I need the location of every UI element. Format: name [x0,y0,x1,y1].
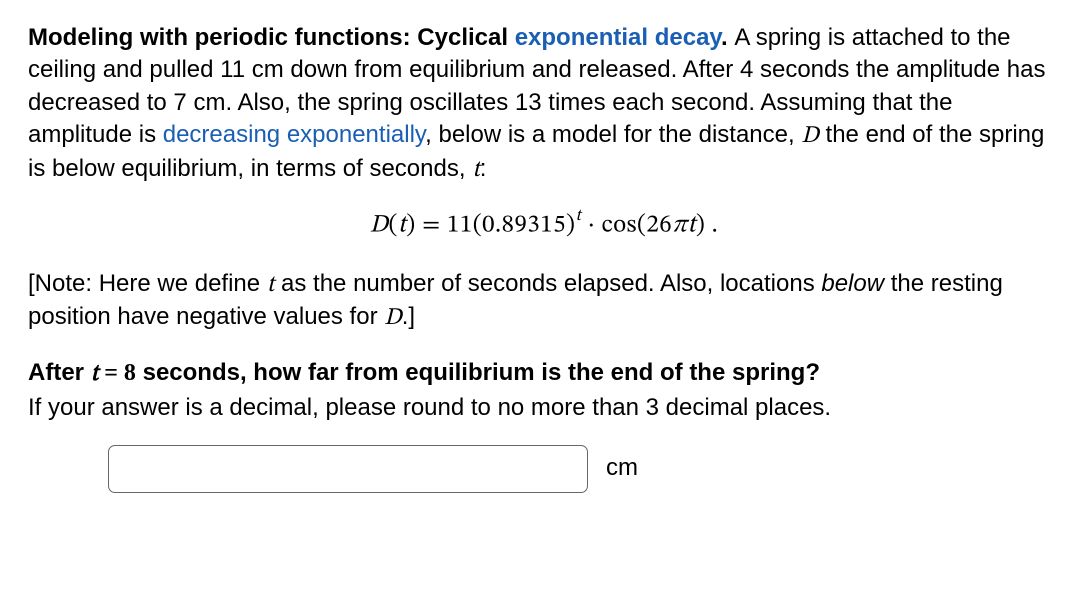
formula-close-eq: ) = 11(0.89315) [406,212,575,237]
intro-title-period: . [721,24,734,51]
intro-var-t: t [472,158,480,182]
q1-pre: After [28,359,91,386]
unit-label: cm [606,452,638,484]
formula-dot-cos: · cos(26 [581,212,672,237]
note-open: [Note: Here we define [28,270,267,297]
answer-row: cm [28,445,1060,493]
note-block: [Note: Here we define t as the number of… [28,268,1060,335]
formula-display: D(t) = 11(0.89315)t · cos(26πt) . [28,208,1060,242]
answer-input[interactable] [108,445,588,493]
formula-D: D [370,212,389,237]
formula-end: ) . [696,212,718,237]
formula-open: ( [388,212,397,237]
intro-title-bold: Modeling with periodic functions: Cyclic… [28,24,515,51]
intro-var-D: D [801,124,819,148]
link-exponential-decay[interactable]: exponential decay [515,24,721,51]
question-line-1: After t = 8 seconds, how far from equili… [28,357,1060,390]
q1-post: seconds, how far from equilibrium is the… [136,359,820,386]
note-below-word: below [821,270,884,297]
problem-intro: Modeling with periodic functions: Cyclic… [28,22,1060,186]
link-decreasing-exponentially[interactable]: decreasing exponentially [163,121,425,148]
formula-sup-t: t [575,208,581,225]
formula-pi: π [672,212,687,237]
note-var-D: D [384,306,402,330]
intro-body-2: , below is a model for the distance, [425,121,801,148]
note-mid: as the number of seconds elapsed. Also, … [274,270,821,297]
question-line-2: If your answer is a decimal, please roun… [28,392,1060,424]
note-close: .] [402,303,415,330]
q1-eq: = 8 [98,360,136,386]
intro-body-end: : [480,155,487,182]
formula-t2: t [687,212,695,237]
